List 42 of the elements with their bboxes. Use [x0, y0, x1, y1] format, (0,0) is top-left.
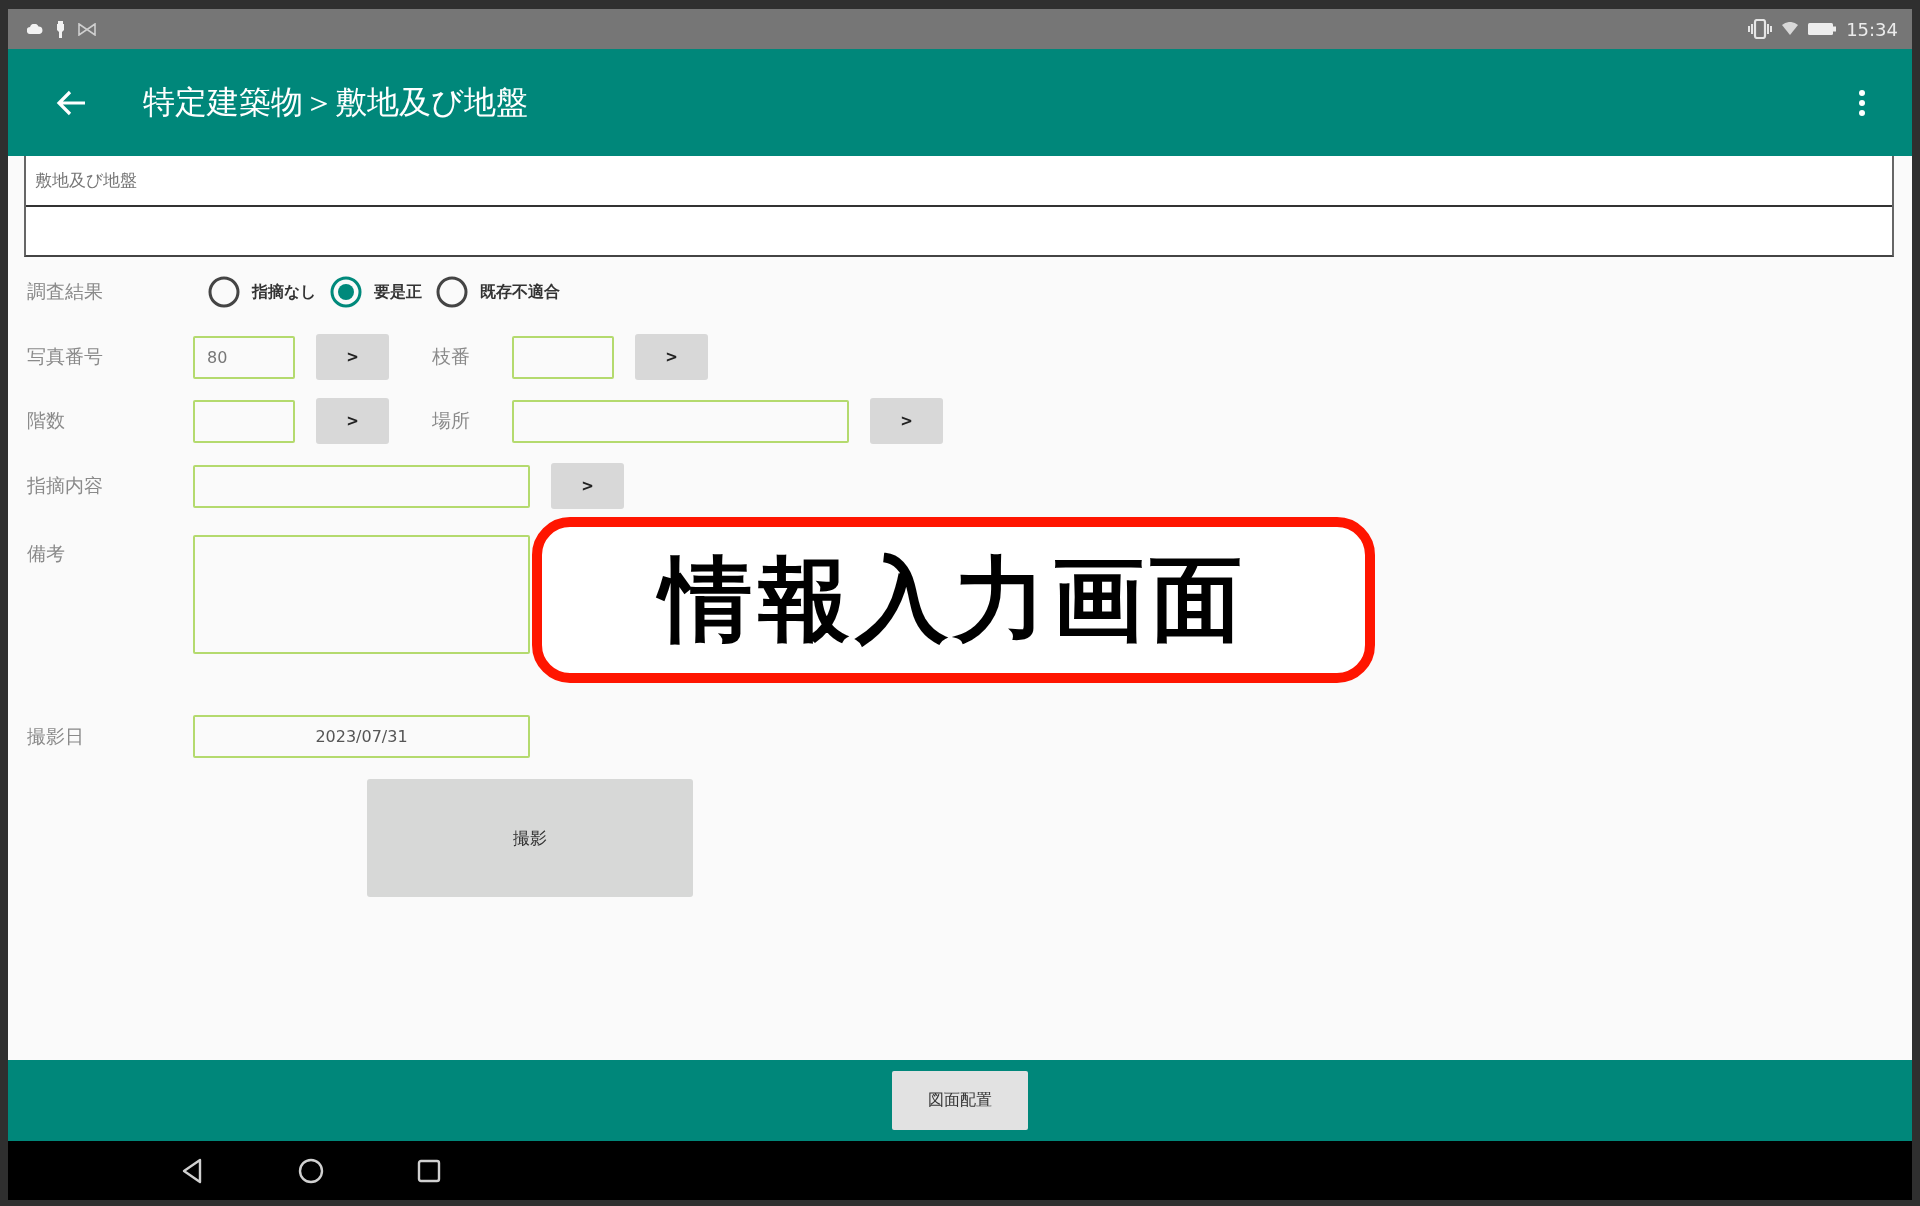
radio-option[interactable]: 指摘なし [208, 276, 316, 308]
picker-button[interactable]: > [870, 398, 943, 444]
clock: 15:34 [1846, 18, 1898, 40]
text-field[interactable] [193, 399, 295, 443]
radio-option[interactable]: 要是正 [330, 276, 422, 308]
field-label: 枝番 [430, 344, 471, 369]
field-label: 調査結果 [27, 279, 104, 304]
text-field[interactable] [512, 399, 849, 443]
field-label: 場所 [430, 408, 471, 433]
picker-button[interactable]: > [316, 398, 389, 444]
text-field[interactable]: 80 [193, 335, 295, 379]
plug-icon [57, 20, 64, 38]
radio-option[interactable]: 既存不適合 [436, 276, 560, 308]
bowtie-icon [78, 22, 96, 36]
field-label: 写真番号 [27, 344, 104, 369]
home-icon[interactable] [298, 1157, 324, 1184]
picker-button[interactable]: > [635, 334, 708, 380]
back-arrow-icon[interactable] [56, 89, 86, 116]
more-menu-icon[interactable] [1859, 89, 1865, 116]
wifi-icon [1782, 22, 1799, 36]
field-label: 備考 [27, 541, 66, 566]
text-field[interactable] [193, 464, 530, 508]
section-title: 敷地及び地盤 [26, 156, 1892, 207]
text-field[interactable] [512, 335, 614, 379]
radio-icon[interactable] [436, 276, 468, 308]
radio-icon[interactable] [330, 276, 362, 308]
drawing-layout-button[interactable]: 図面配置 [892, 1071, 1028, 1130]
field-label: 指摘内容 [27, 473, 104, 498]
radio-icon[interactable] [208, 276, 240, 308]
remarks-field[interactable] [193, 535, 530, 654]
date-field[interactable]: 2023/07/31 [193, 715, 530, 758]
screen-title: 特定建築物＞敷地及び地盤 [143, 81, 529, 123]
field-label: 撮影日 [27, 723, 85, 749]
field-label: 階数 [27, 408, 66, 433]
picker-button[interactable]: > [551, 463, 624, 509]
callout: 情報入力画面 [532, 517, 1375, 683]
picker-button[interactable]: > [316, 334, 389, 380]
recents-icon[interactable] [416, 1157, 442, 1184]
vibrate-icon [1748, 19, 1773, 39]
battery-icon [1808, 23, 1837, 35]
cloud-icon [27, 24, 43, 34]
shoot-button[interactable]: 撮影 [367, 779, 693, 897]
